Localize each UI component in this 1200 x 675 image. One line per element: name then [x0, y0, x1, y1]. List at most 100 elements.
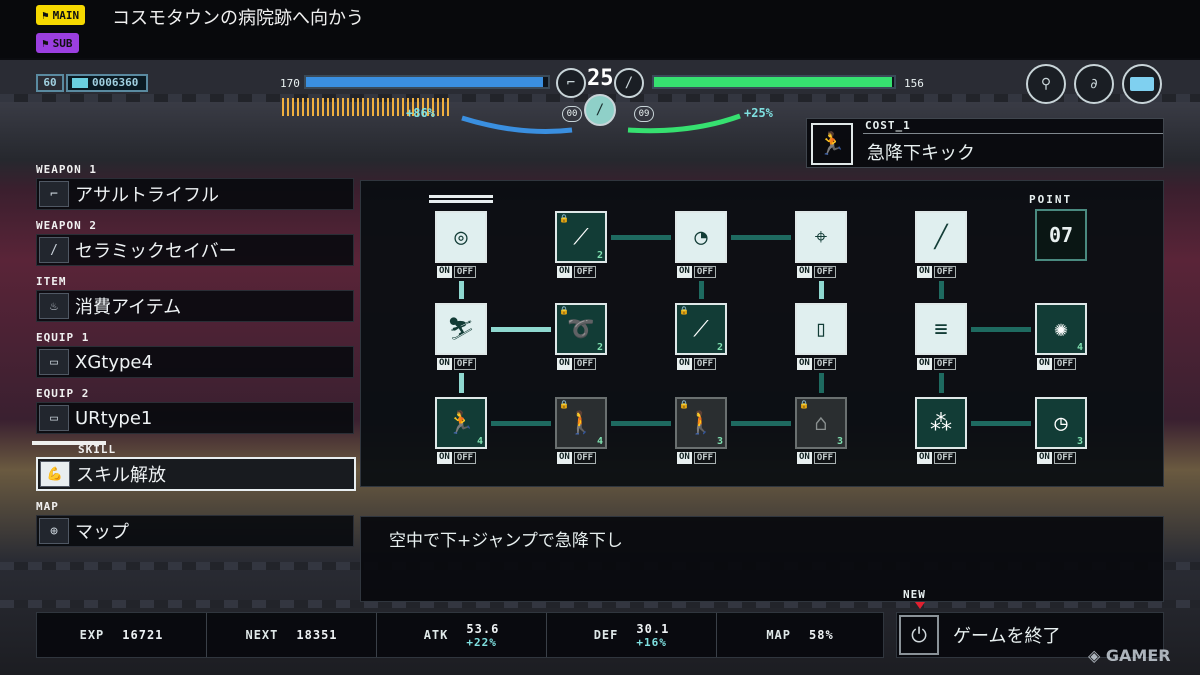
- off-label: OFF: [693, 266, 717, 278]
- on-off-toggle[interactable]: ON OFF: [797, 452, 837, 464]
- on-off-toggle[interactable]: ON OFF: [917, 266, 957, 278]
- skill-node-r2c4[interactable]: ▯: [795, 303, 847, 355]
- card-icon[interactable]: [1122, 64, 1162, 104]
- blast-icon: ✺: [1054, 316, 1068, 342]
- on-label: ON: [557, 358, 572, 370]
- on-label: ON: [1037, 452, 1052, 464]
- slide-kick-icon: ⛷: [447, 316, 475, 342]
- on-label: ON: [917, 266, 932, 278]
- skill-connector: [939, 281, 944, 299]
- gamer-watermark: ◈ GAMER: [1088, 646, 1171, 665]
- on-off-toggle[interactable]: ON OFF: [557, 358, 597, 370]
- skill-node-r2c6[interactable]: ✺ 4: [1035, 303, 1087, 355]
- skill-node-r1c4[interactable]: ⌖: [795, 211, 847, 263]
- weapon-right-icon: /: [614, 68, 644, 98]
- skill-node-r3c4[interactable]: ⌂ 🔒 3: [795, 397, 847, 449]
- skill-node-r1c1[interactable]: ◎: [435, 211, 487, 263]
- hp-right-value: 156: [904, 77, 924, 90]
- stats-bar: EXP 16721 NEXT 18351 ATK 53.6 +22% DEF 30.1 +1…: [36, 612, 884, 658]
- off-label: OFF: [573, 358, 597, 370]
- off-label: OFF: [693, 358, 717, 370]
- skill-level: 3: [716, 436, 723, 447]
- on-label: ON: [437, 266, 452, 278]
- on-off-toggle[interactable]: ON OFF: [1037, 452, 1077, 464]
- skill-node-r3c3[interactable]: 🚶 🔒 3: [675, 397, 727, 449]
- chip-icon: ▭: [39, 405, 69, 431]
- on-label: ON: [797, 452, 812, 464]
- on-off-toggle[interactable]: ON OFF: [677, 452, 717, 464]
- menu-item[interactable]: ♨ 消費アイテム: [36, 290, 354, 322]
- skill-level: 2: [596, 250, 603, 261]
- skill-level: 3: [1076, 436, 1083, 447]
- weapon1-category: WEAPON 1: [36, 163, 97, 176]
- dive-kick-icon: 🏃: [811, 123, 853, 165]
- skill-connector: [699, 281, 704, 299]
- on-off-toggle[interactable]: ON OFF: [437, 266, 477, 278]
- skill-node-r1c3[interactable]: ◔: [675, 211, 727, 263]
- point-label: POINT: [1029, 193, 1073, 206]
- whip-icon[interactable]: ∂: [1074, 64, 1114, 104]
- skill-level: 3: [836, 436, 843, 447]
- cost-label: COST_1: [865, 119, 911, 132]
- on-off-toggle[interactable]: ON OFF: [677, 266, 717, 278]
- skill-node-r3c6[interactable]: ◷ 3: [1035, 397, 1087, 449]
- skill-tree-panel: POINT 07 ◎ ON OFF ⟋ 🔒 2 ON OFF ◔ ON OFF ⌖ ON OFF ╱ ON OF…: [360, 180, 1164, 487]
- chip-icon: ▭: [39, 349, 69, 375]
- skill-level: 4: [1076, 342, 1083, 353]
- on-off-toggle[interactable]: ON OFF: [1037, 358, 1077, 370]
- menu-map[interactable]: ⊕ マップ: [36, 515, 354, 547]
- weapon-left-icon: ⌐: [556, 68, 586, 98]
- menu-skill[interactable]: 💪 スキル解放: [36, 457, 356, 491]
- on-off-toggle[interactable]: ON OFF: [797, 358, 837, 370]
- skill-node-r2c3[interactable]: ⟋ 🔒 2: [675, 303, 727, 355]
- blade-up-icon: ⟋: [693, 316, 709, 342]
- hp-left-value: 170: [280, 77, 300, 90]
- on-label: ON: [677, 266, 692, 278]
- on-off-toggle[interactable]: ON OFF: [557, 266, 597, 278]
- off-label: OFF: [573, 266, 597, 278]
- menu-equip1[interactable]: ▭ XGtype4: [36, 346, 354, 378]
- flag-icon: ⚑: [42, 36, 49, 50]
- menu-equip2[interactable]: ▭ URtype1: [36, 402, 354, 434]
- menu-weapon1[interactable]: ⌐ アサルトライフル: [36, 178, 354, 210]
- skill-node-r3c5[interactable]: ⁂: [915, 397, 967, 449]
- on-label: ON: [437, 358, 452, 370]
- skill-category: SKILL: [78, 443, 117, 456]
- skill-connector: [971, 421, 1031, 426]
- on-off-toggle[interactable]: ON OFF: [557, 452, 597, 464]
- on-off-toggle[interactable]: ON OFF: [677, 358, 717, 370]
- skill-node-r3c1[interactable]: 🏃 4: [435, 397, 487, 449]
- grapple-icon[interactable]: ⚲: [1026, 64, 1066, 104]
- off-label: OFF: [1053, 358, 1077, 370]
- skill-node-r3c2[interactable]: 🚶 🔒 4: [555, 397, 607, 449]
- skill-node-r2c1[interactable]: ⛷: [435, 303, 487, 355]
- on-label: ON: [917, 358, 932, 370]
- lock-icon: 🔒: [799, 400, 809, 409]
- skill-node-r2c5[interactable]: ≡: [915, 303, 967, 355]
- skill-node-r2c2[interactable]: ➰ 🔒 2: [555, 303, 607, 355]
- on-off-toggle[interactable]: ON OFF: [797, 266, 837, 278]
- menu-weapon2[interactable]: / セラミックセイバー: [36, 234, 354, 266]
- on-off-toggle[interactable]: ON OFF: [437, 358, 477, 370]
- skill-connector: [731, 235, 791, 240]
- skill-node-r1c2[interactable]: ⟋ 🔒 2: [555, 211, 607, 263]
- left-bonus: +86%: [406, 106, 435, 120]
- on-off-toggle[interactable]: ON OFF: [917, 452, 957, 464]
- on-off-toggle[interactable]: ON OFF: [437, 452, 477, 464]
- sword-icon: ╱: [934, 224, 948, 250]
- skill-header: 🏃 COST_1 急降下キック: [806, 118, 1164, 168]
- on-label: ON: [797, 266, 812, 278]
- skill-connector: [611, 421, 671, 426]
- lock-icon: 🔒: [559, 400, 569, 409]
- roll-icon: ➰: [567, 316, 595, 342]
- off-label: OFF: [813, 452, 837, 464]
- on-off-toggle[interactable]: ON OFF: [917, 358, 957, 370]
- skill-description-box: 空中で下+ジャンプで急降下し: [360, 516, 1164, 602]
- hp-left-bar: [304, 75, 550, 89]
- map-category: MAP: [36, 500, 59, 513]
- on-label: ON: [797, 358, 812, 370]
- off-label: OFF: [1053, 452, 1077, 464]
- exp-stat: EXP 16721: [37, 613, 207, 657]
- skill-node-r1c5[interactable]: ╱: [915, 211, 967, 263]
- off-label: OFF: [933, 358, 957, 370]
